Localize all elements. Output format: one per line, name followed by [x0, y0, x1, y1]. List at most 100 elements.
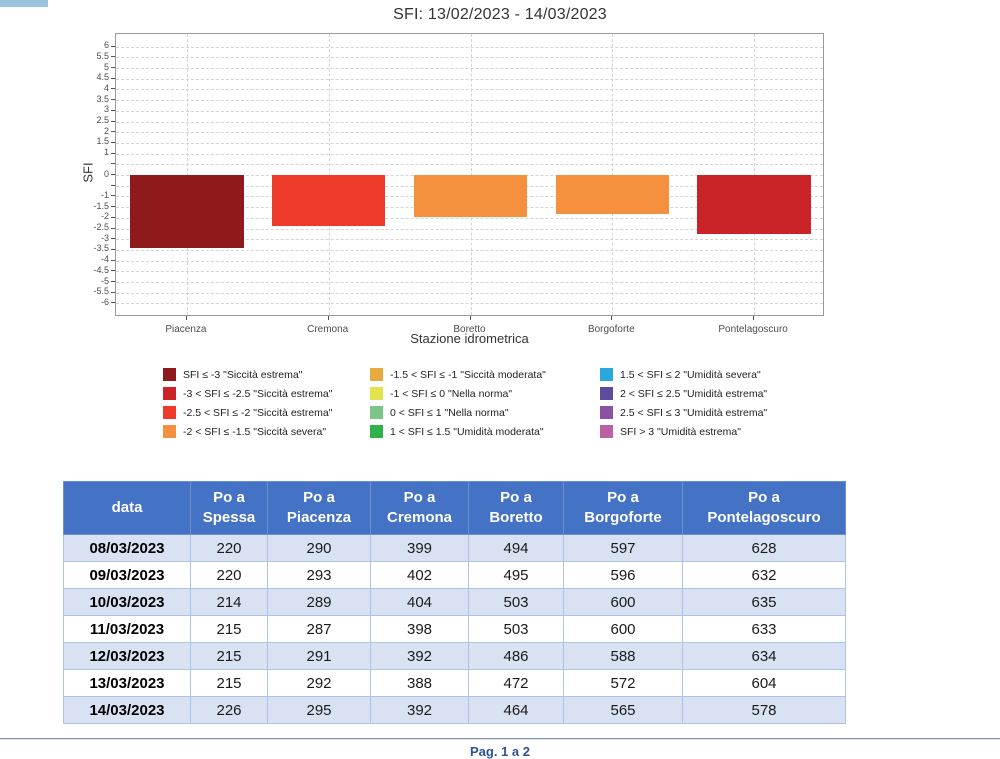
- level-cell: 215: [191, 643, 268, 670]
- y-tick-label: -4: [75, 255, 109, 264]
- y-tick-mark: [111, 195, 115, 196]
- table-header-cell: Po aPiacenza: [268, 482, 371, 535]
- gridline-h: [116, 293, 823, 294]
- level-cell: 293: [268, 562, 371, 589]
- y-tick-label: 2: [75, 127, 109, 136]
- gridline-h: [116, 143, 823, 144]
- legend-entry: SFI > 3 "Umidità estrema": [600, 422, 767, 441]
- level-cell: 464: [469, 697, 564, 724]
- table-row: 12/03/2023215291392486588634: [64, 643, 846, 670]
- date-cell: 09/03/2023: [64, 562, 191, 589]
- x-tick-mark: [753, 316, 754, 320]
- date-cell: 08/03/2023: [64, 535, 191, 562]
- legend-swatch-icon: [163, 368, 176, 381]
- legend-label: -1.5 < SFI ≤ -1 "Siccità moderata": [390, 369, 546, 381]
- y-tick-mark: [111, 142, 115, 143]
- level-cell: 287: [268, 616, 371, 643]
- x-axis-title: Stazione idrometrica: [115, 331, 824, 346]
- legend-entry: -1 < SFI ≤ 0 "Nella norma": [370, 384, 546, 403]
- legend-swatch-icon: [600, 425, 613, 438]
- y-tick-mark: [111, 206, 115, 207]
- x-tick-mark: [470, 316, 471, 320]
- level-cell: 633: [683, 616, 846, 643]
- gridline-h: [116, 271, 823, 272]
- gridline-h: [116, 79, 823, 80]
- level-cell: 392: [371, 643, 469, 670]
- legend-entry: -2.5 < SFI ≤ -2 "Siccità estrema": [163, 403, 332, 422]
- y-tick-label: -4.5: [75, 266, 109, 275]
- level-cell: 220: [191, 535, 268, 562]
- level-cell: 632: [683, 562, 846, 589]
- gridline-h: [116, 68, 823, 69]
- y-tick-mark: [111, 56, 115, 57]
- y-tick-label: -5.5: [75, 287, 109, 296]
- y-tick-mark: [111, 238, 115, 239]
- page-number-text: Pag. 1 a 2: [0, 744, 1000, 759]
- level-cell: 290: [268, 535, 371, 562]
- y-tick-label: 3: [75, 105, 109, 114]
- legend-label: 1.5 < SFI ≤ 2 "Umidità severa": [620, 369, 761, 381]
- table-header-cell: data: [64, 482, 191, 535]
- y-tick-mark: [111, 131, 115, 132]
- y-tick-label: -2.5: [75, 223, 109, 232]
- legend-swatch-icon: [370, 368, 383, 381]
- level-cell: 578: [683, 697, 846, 724]
- y-tick-label: 1.5: [75, 137, 109, 146]
- table-header-cell: Po aBoretto: [469, 482, 564, 535]
- y-tick-label: -1: [75, 191, 109, 200]
- y-tick-label: 3.5: [75, 95, 109, 104]
- table-row: 13/03/2023215292388472572604: [64, 670, 846, 697]
- level-cell: 635: [683, 589, 846, 616]
- y-tick-label: 2.5: [75, 116, 109, 125]
- x-tick-mark: [328, 316, 329, 320]
- legend-swatch-icon: [163, 425, 176, 438]
- level-cell: 291: [268, 643, 371, 670]
- y-tick-mark: [111, 217, 115, 218]
- level-cell: 214: [191, 589, 268, 616]
- legend-column: 1.5 < SFI ≤ 2 "Umidità severa" 2 < SFI ≤ …: [600, 365, 767, 441]
- level-cell: 600: [564, 589, 683, 616]
- level-cell: 215: [191, 616, 268, 643]
- legend-swatch-icon: [600, 406, 613, 419]
- legend-entry: 2.5 < SFI ≤ 3 "Umidità estrema": [600, 403, 767, 422]
- gridline-h: [116, 154, 823, 155]
- table-row: 08/03/2023220290399494597628: [64, 535, 846, 562]
- legend-swatch-icon: [600, 387, 613, 400]
- y-tick-mark: [111, 78, 115, 79]
- chart-plot-panel: [115, 33, 824, 316]
- footer-divider-light: [0, 739, 1000, 740]
- gridline-h: [116, 100, 823, 101]
- y-tick-mark: [111, 281, 115, 282]
- y-tick-mark: [111, 292, 115, 293]
- gridline-h: [116, 47, 823, 48]
- table-header-cell: Po aSpessa: [191, 482, 268, 535]
- level-cell: 472: [469, 670, 564, 697]
- level-cell: 634: [683, 643, 846, 670]
- y-tick-label: 1: [75, 148, 109, 157]
- legend-swatch-icon: [370, 406, 383, 419]
- y-tick-mark: [111, 163, 115, 164]
- y-tick-mark: [111, 46, 115, 47]
- level-cell: 392: [371, 697, 469, 724]
- level-cell: 597: [564, 535, 683, 562]
- legend-column: SFI ≤ -3 "Siccità estrema"-3 < SFI ≤ -2.…: [163, 365, 332, 441]
- legend-swatch-icon: [600, 368, 613, 381]
- legend-swatch-icon: [163, 387, 176, 400]
- gridline-h: [116, 111, 823, 112]
- y-tick-label: 5.5: [75, 52, 109, 61]
- table-row: 09/03/2023220293402495596632: [64, 562, 846, 589]
- legend-entry: 2 < SFI ≤ 2.5 "Umidità estrema": [600, 384, 767, 403]
- legend-entry: SFI ≤ -3 "Siccità estrema": [163, 365, 332, 384]
- y-tick-mark: [111, 302, 115, 303]
- date-cell: 10/03/2023: [64, 589, 191, 616]
- date-cell: 13/03/2023: [64, 670, 191, 697]
- table-row: 11/03/2023215287398503600633: [64, 616, 846, 643]
- legend-entry: -3 < SFI ≤ -2.5 "Siccità estrema": [163, 384, 332, 403]
- level-cell: 628: [683, 535, 846, 562]
- gridline-h: [116, 89, 823, 90]
- y-tick-label: -1.5: [75, 202, 109, 211]
- y-tick-mark: [111, 67, 115, 68]
- gridline-h: [116, 122, 823, 123]
- legend-entry: 1.5 < SFI ≤ 2 "Umidità severa": [600, 365, 767, 384]
- y-tick-mark: [111, 153, 115, 154]
